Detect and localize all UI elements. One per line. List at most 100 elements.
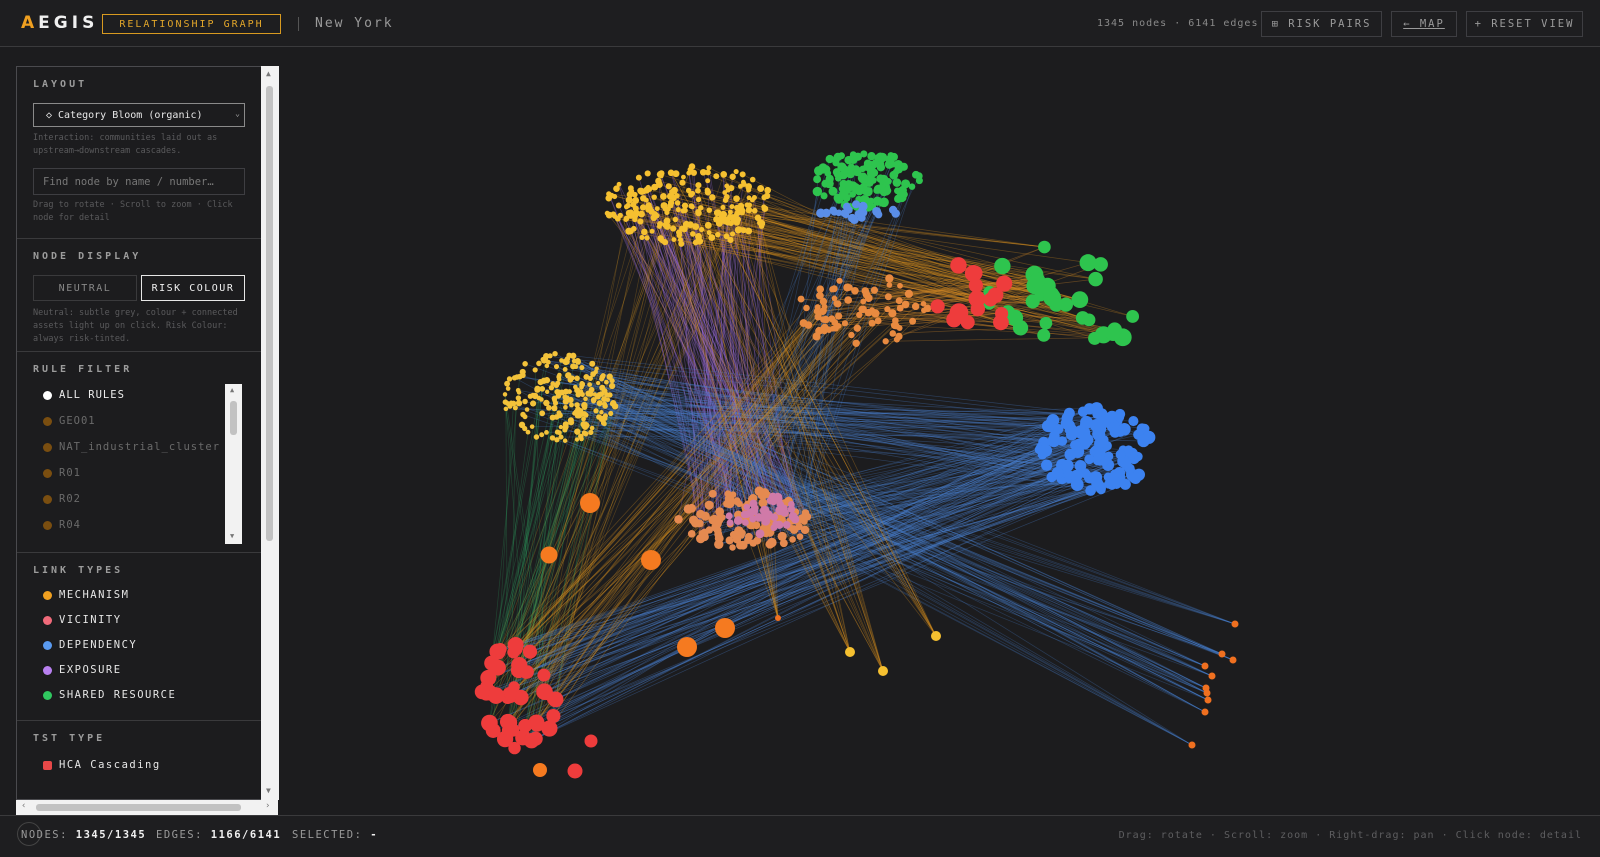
graph-node[interactable]	[681, 202, 689, 209]
graph-node[interactable]	[835, 312, 843, 320]
graph-node[interactable]	[580, 493, 600, 513]
graph-node[interactable]	[1093, 453, 1102, 462]
graph-node[interactable]	[643, 197, 649, 203]
graph-node[interactable]	[599, 410, 604, 415]
graph-node[interactable]	[949, 303, 969, 322]
graph-node[interactable]	[527, 393, 534, 399]
graph-node[interactable]	[571, 358, 577, 364]
graph-node[interactable]	[831, 295, 838, 302]
graph-node[interactable]	[579, 364, 585, 371]
graph-node[interactable]	[671, 237, 677, 242]
graph-node[interactable]	[522, 414, 528, 420]
graph-node[interactable]	[536, 683, 553, 700]
graph-node[interactable]	[746, 195, 752, 201]
graph-node[interactable]	[1130, 472, 1142, 484]
graph-node[interactable]	[502, 392, 508, 397]
graph-node[interactable]	[1061, 459, 1074, 472]
graph-node[interactable]	[879, 187, 889, 197]
graph-node[interactable]	[675, 206, 681, 213]
graph-node[interactable]	[566, 352, 573, 359]
graph-node[interactable]	[644, 170, 651, 177]
graph-node[interactable]	[739, 171, 746, 178]
graph-node[interactable]	[549, 435, 556, 441]
graph-node[interactable]	[1034, 445, 1044, 455]
tst-type-hca-cascading[interactable]: HCA Cascading	[43, 757, 161, 773]
graph-node[interactable]	[904, 289, 913, 298]
graph-node[interactable]	[761, 205, 769, 213]
link-type-dependency[interactable]: DEPENDENCY	[43, 637, 137, 653]
graph-node[interactable]	[813, 175, 822, 184]
graph-node[interactable]	[1088, 331, 1102, 345]
graph-node[interactable]	[687, 221, 694, 229]
graph-node[interactable]	[850, 215, 859, 224]
graph-node[interactable]	[908, 183, 916, 190]
graph-node[interactable]	[677, 637, 697, 657]
graph-node[interactable]	[825, 326, 832, 333]
graph-node[interactable]	[1025, 294, 1040, 309]
graph-node[interactable]	[708, 234, 716, 241]
rule-item-r01[interactable]: R01	[43, 465, 81, 481]
graph-node[interactable]	[589, 360, 596, 367]
graph-node[interactable]	[1188, 741, 1196, 749]
link-type-vicinity[interactable]: VICINITY	[43, 612, 122, 628]
graph-node[interactable]	[605, 397, 611, 403]
graph-node[interactable]	[765, 539, 775, 549]
graph-node[interactable]	[1082, 313, 1096, 327]
graph-node[interactable]	[591, 398, 596, 404]
graph-node[interactable]	[607, 392, 613, 398]
graph-node[interactable]	[788, 511, 798, 521]
graph-node[interactable]	[1029, 272, 1046, 289]
graph-node[interactable]	[1204, 696, 1212, 704]
graph-node[interactable]	[679, 225, 685, 232]
graph-node[interactable]	[871, 309, 880, 318]
graph-node[interactable]	[533, 763, 547, 777]
graph-node[interactable]	[504, 380, 511, 387]
panel-scroll-thumb[interactable]	[266, 86, 273, 541]
graph-node[interactable]	[709, 194, 716, 201]
graph-node[interactable]	[1051, 466, 1064, 479]
graph-node[interactable]	[1123, 445, 1134, 455]
layout-select[interactable]: ◇ Category Bloom (organic) ⌄	[33, 103, 245, 127]
graph-node[interactable]	[558, 434, 564, 440]
graph-node[interactable]	[511, 657, 528, 674]
graph-node[interactable]	[858, 212, 866, 220]
graph-node[interactable]	[834, 300, 842, 308]
graph-node[interactable]	[837, 152, 846, 160]
graph-node[interactable]	[714, 209, 722, 216]
graph-node[interactable]	[568, 417, 574, 423]
graph-node[interactable]	[704, 500, 714, 510]
graph-node[interactable]	[1038, 240, 1051, 254]
graph-node[interactable]	[609, 401, 615, 407]
rule-item-r04[interactable]: R04	[43, 517, 81, 533]
graph-node[interactable]	[832, 158, 840, 166]
graph-node[interactable]	[695, 187, 701, 194]
graph-node[interactable]	[1092, 409, 1102, 420]
graph-node[interactable]	[698, 226, 705, 233]
rule-list-scrollbar[interactable]: ▲ ▼	[225, 384, 242, 544]
panel-hscrollbar[interactable]: ‹ ›	[16, 800, 278, 815]
graph-node[interactable]	[1084, 454, 1095, 465]
graph-node[interactable]	[1080, 433, 1094, 447]
graph-node[interactable]	[896, 325, 903, 331]
graph-node[interactable]	[1058, 297, 1074, 312]
scroll-right-icon[interactable]: ›	[265, 801, 270, 811]
graph-node[interactable]	[822, 165, 831, 174]
graph-node[interactable]	[593, 369, 598, 375]
graph-node[interactable]	[660, 202, 668, 210]
graph-node[interactable]	[617, 212, 623, 218]
graph-node[interactable]	[859, 305, 867, 314]
graph-node[interactable]	[1115, 449, 1126, 460]
graph-node[interactable]	[788, 500, 795, 508]
graph-node[interactable]	[895, 297, 903, 305]
graph-node[interactable]	[733, 195, 740, 202]
graph-node[interactable]	[644, 235, 650, 241]
graph-node[interactable]	[596, 400, 603, 407]
graph-node[interactable]	[909, 317, 917, 325]
graph-node[interactable]	[746, 508, 755, 518]
graph-node[interactable]	[884, 306, 891, 313]
graph-node[interactable]	[507, 636, 524, 654]
graph-node[interactable]	[608, 410, 614, 416]
graph-node[interactable]	[605, 194, 613, 202]
graph-node[interactable]	[530, 400, 537, 407]
graph-node[interactable]	[574, 437, 580, 442]
